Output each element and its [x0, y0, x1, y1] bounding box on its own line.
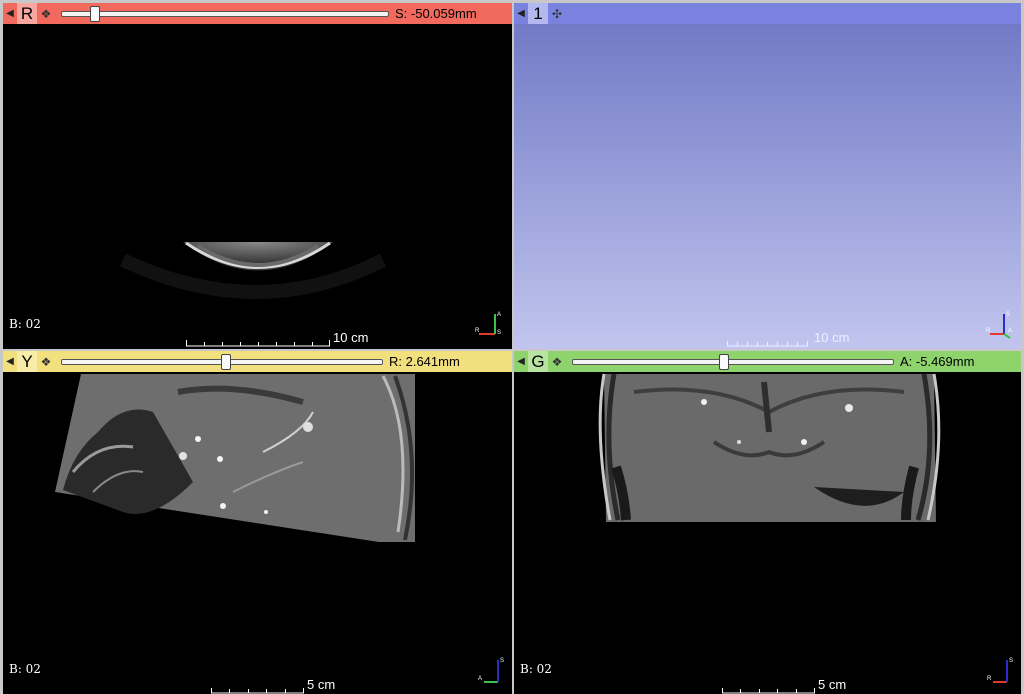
axial-slice-image	[120, 241, 387, 299]
slice-offset-value: R: 2.641mm	[389, 354, 460, 369]
svg-text:R: R	[987, 676, 992, 682]
slice-offset-value: A: -5.469mm	[900, 354, 975, 369]
slice-offset-slider[interactable]	[61, 3, 389, 24]
view-letter: Y	[17, 351, 37, 372]
three-d-canvas[interactable]: 10 cm R S A	[514, 24, 1021, 349]
center-view-icon[interactable]: ✣	[548, 3, 566, 24]
green-view-controller-bar: ◀ G ❖ A: -5.469mm	[514, 351, 1021, 372]
scale-ruler	[722, 684, 816, 694]
pin-icon[interactable]: ◀	[514, 351, 528, 372]
coronal-slice-image	[598, 373, 941, 522]
link-icon[interactable]: ❖	[37, 351, 55, 372]
scale-ruler-label: 5 cm	[307, 677, 336, 692]
view-letter: 1	[528, 3, 548, 24]
scale-ruler-label: 10 cm	[814, 330, 850, 345]
scale-ruler-label: 10 cm	[333, 330, 369, 345]
svg-text:R: R	[986, 328, 991, 334]
layer-label: B: 02	[9, 317, 41, 331]
green-slice-canvas[interactable]: B: 02 5 cm R S	[514, 372, 1021, 694]
svg-text:A: A	[1008, 328, 1012, 334]
green-slice-view[interactable]: ◀ G ❖ A: -5.469mm B: 02 5 cm R S	[514, 351, 1021, 694]
slider-thumb[interactable]	[221, 354, 232, 370]
svg-text:R: R	[475, 328, 480, 334]
slice-offset-slider[interactable]	[572, 351, 894, 372]
red-view-controller-bar: ◀ R ❖ S: -50.059mm	[3, 3, 512, 24]
orientation-axes-icon: A S	[478, 656, 506, 688]
scale-ruler	[211, 684, 305, 694]
svg-text:S: S	[1009, 658, 1013, 664]
three-d-view-controller-bar: ◀ 1 ✣	[514, 3, 1021, 24]
svg-text:A: A	[478, 676, 482, 682]
orientation-axes-icon: R S A	[986, 310, 1014, 342]
slice-offset-slider[interactable]	[61, 351, 383, 372]
svg-text:A: A	[497, 312, 501, 318]
orientation-axes-icon: R S	[987, 656, 1015, 688]
svg-text:S: S	[500, 658, 504, 664]
orientation-axes-icon: R A S	[475, 310, 503, 342]
yellow-slice-canvas[interactable]: B: 02 5 cm A S	[3, 372, 512, 694]
pin-icon[interactable]: ◀	[514, 3, 528, 24]
yellow-view-controller-bar: ◀ Y ❖ R: 2.641mm	[3, 351, 512, 372]
pin-icon[interactable]: ◀	[3, 3, 17, 24]
view-letter: G	[528, 351, 548, 372]
layer-label: B: 02	[9, 662, 41, 676]
red-slice-canvas[interactable]: B: 02 10 cm R A S	[3, 24, 512, 349]
svg-text:S: S	[497, 330, 501, 336]
view-letter: R	[17, 3, 37, 24]
scale-ruler	[186, 337, 331, 347]
layer-label: B: 02	[520, 662, 552, 676]
scale-ruler	[727, 337, 809, 347]
slider-thumb[interactable]	[719, 354, 730, 370]
scale-ruler-label: 5 cm	[818, 677, 847, 692]
link-icon[interactable]: ❖	[548, 351, 566, 372]
link-icon[interactable]: ❖	[37, 3, 55, 24]
sagittal-slice-image	[55, 374, 415, 542]
svg-text:S: S	[1006, 312, 1010, 318]
slider-thumb[interactable]	[89, 6, 100, 22]
three-d-view[interactable]: ◀ 1 ✣ 10 cm R S A	[514, 3, 1021, 349]
yellow-slice-view[interactable]: ◀ Y ❖ R: 2.641mm B: 02 5 cm A S	[3, 351, 512, 694]
red-slice-view[interactable]: ◀ R ❖ S: -50.059mm B: 02 10 cm R A S	[3, 3, 512, 349]
pin-icon[interactable]: ◀	[3, 351, 17, 372]
slice-offset-value: S: -50.059mm	[395, 6, 477, 21]
